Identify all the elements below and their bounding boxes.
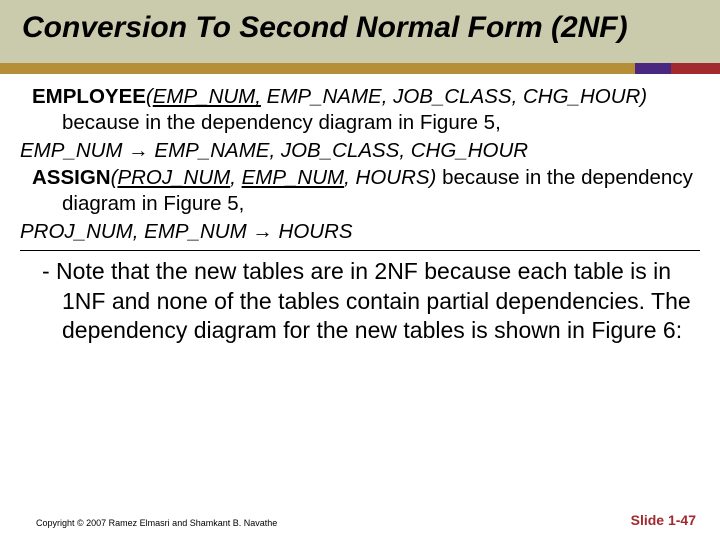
- accent-gold: [0, 63, 635, 74]
- employee-key: EMP_NUM,: [153, 85, 261, 108]
- employee-dependency: EMP_NUM → EMP_NAME, JOB_CLASS, CHG_HOUR: [20, 138, 700, 164]
- assign-attrs: , HOURS): [344, 166, 436, 189]
- emp-dep-rhs: EMP_NAME, JOB_CLASS, CHG_HOUR: [149, 139, 528, 162]
- assign-dep-rhs: HOURS: [273, 220, 353, 243]
- separator-line: [20, 250, 700, 251]
- slide-title: Conversion To Second Normal Form (2NF): [22, 10, 698, 45]
- employee-attrs: EMP_NAME, JOB_CLASS, CHG_HOUR): [261, 85, 647, 108]
- employee-relation: EMPLOYEE(EMP_NUM, EMP_NAME, JOB_CLASS, C…: [20, 84, 700, 135]
- title-region: Conversion To Second Normal Form (2NF): [0, 0, 720, 63]
- assign-sep: ,: [230, 166, 241, 189]
- content-area: EMPLOYEE(EMP_NUM, EMP_NAME, JOB_CLASS, C…: [0, 74, 720, 345]
- emp-dep-lhs: EMP_NUM: [20, 139, 128, 162]
- note-text: - Note that the new tables are in 2NF be…: [20, 257, 700, 345]
- copyright-text: Copyright © 2007 Ramez Elmasri and Shamk…: [36, 518, 277, 528]
- assign-dependency: PROJ_NUM, EMP_NUM → HOURS: [20, 219, 700, 245]
- arrow-icon-2: →: [252, 220, 273, 243]
- arrow-icon: →: [128, 139, 149, 162]
- accent-bar: [0, 63, 720, 74]
- paren-open: (: [146, 85, 153, 108]
- slide: Conversion To Second Normal Form (2NF) E…: [0, 0, 720, 540]
- assign-key1: PROJ_NUM: [117, 166, 230, 189]
- employee-name: EMPLOYEE: [32, 85, 146, 108]
- accent-purple: [635, 63, 670, 74]
- assign-dep-lhs: PROJ_NUM, EMP_NUM: [20, 220, 252, 243]
- accent-red: [671, 63, 720, 74]
- employee-tail: because in the dependency diagram in Fig…: [62, 111, 501, 134]
- assign-name: ASSIGN: [32, 166, 111, 189]
- assign-key2: EMP_NUM: [242, 166, 345, 189]
- slide-number: Slide 1-47: [631, 512, 696, 528]
- assign-relation: ASSIGN(PROJ_NUM, EMP_NUM, HOURS) because…: [20, 165, 700, 216]
